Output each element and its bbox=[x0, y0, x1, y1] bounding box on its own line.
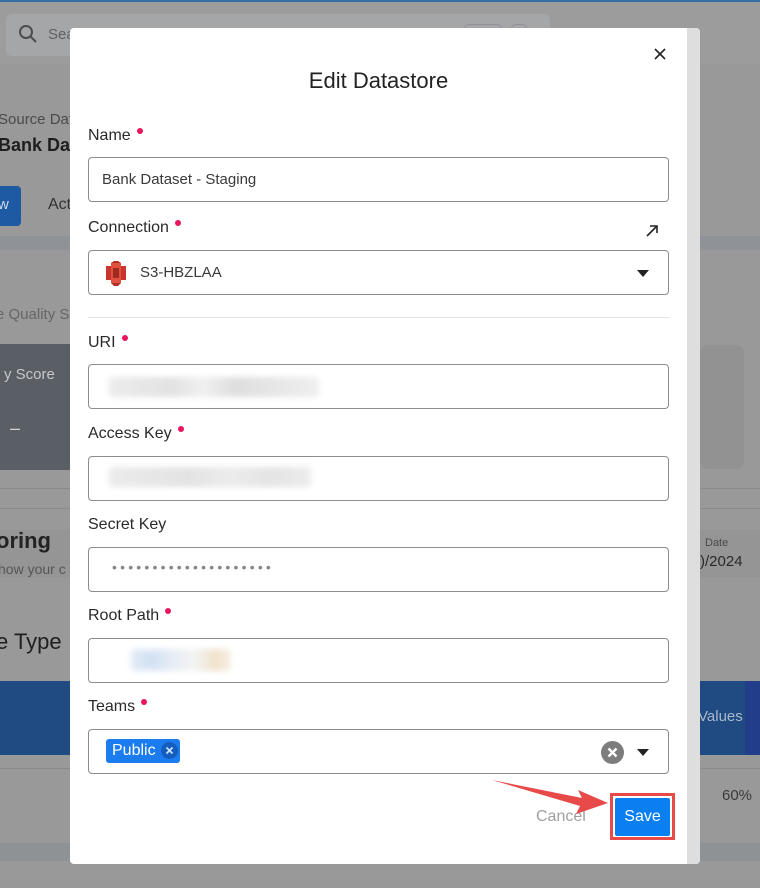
quality-score-section-label: e Quality S bbox=[0, 306, 70, 323]
required-indicator bbox=[136, 128, 143, 134]
name-label: Name bbox=[88, 127, 143, 145]
remove-icon bbox=[165, 746, 173, 755]
redacted-access-key-value bbox=[109, 467, 311, 487]
connection-label: Connection bbox=[88, 219, 181, 237]
required-indicator bbox=[165, 608, 172, 614]
date-label: Date bbox=[705, 537, 729, 549]
required-indicator bbox=[174, 220, 181, 226]
secret-key-label: Secret Key bbox=[88, 516, 167, 533]
values-column-header: Values bbox=[698, 708, 743, 725]
name-input-value: Bank Dataset - Staging bbox=[102, 171, 257, 188]
quality-score-card bbox=[0, 344, 80, 470]
root-path-label-text: Root Path bbox=[88, 607, 160, 624]
uri-input[interactable] bbox=[88, 364, 669, 409]
date-value: )/2024 bbox=[700, 553, 743, 570]
close-button[interactable] bbox=[650, 44, 670, 64]
secret-key-input[interactable]: •••••••••••••••••••• bbox=[88, 547, 669, 592]
access-key-label: Access Key bbox=[88, 425, 184, 443]
tab-activity[interactable]: Act bbox=[48, 196, 71, 214]
table-header-accent bbox=[745, 681, 760, 755]
connection-select[interactable]: S3-HBZLAA bbox=[88, 250, 669, 295]
percentage-value: 60% bbox=[722, 787, 753, 804]
connection-label-text: Connection bbox=[88, 219, 169, 236]
connection-value: S3-HBZLAA bbox=[140, 264, 222, 281]
team-chip-label: Public bbox=[112, 742, 156, 759]
required-indicator bbox=[141, 699, 148, 705]
remove-chip-button[interactable] bbox=[160, 742, 178, 759]
tab-overview-label: w bbox=[0, 196, 9, 213]
name-input[interactable]: Bank Dataset - Staging bbox=[88, 157, 669, 202]
quality-score-value: – bbox=[10, 418, 21, 438]
team-chip: Public bbox=[106, 739, 180, 763]
dropdown-caret-icon[interactable] bbox=[637, 749, 649, 756]
quality-score-label: y Score bbox=[4, 366, 55, 383]
tab-overview[interactable]: w bbox=[0, 186, 21, 226]
teams-label: Teams bbox=[88, 698, 148, 716]
close-icon bbox=[654, 48, 666, 60]
teams-multiselect[interactable]: Public bbox=[88, 729, 669, 774]
dialog-scrollbar[interactable] bbox=[687, 28, 700, 864]
root-path-input[interactable] bbox=[88, 638, 669, 683]
uri-label-text: URI bbox=[88, 334, 116, 351]
dropdown-caret-icon[interactable] bbox=[637, 270, 649, 277]
search-icon bbox=[19, 25, 37, 43]
required-indicator bbox=[121, 335, 128, 341]
save-button[interactable]: Save bbox=[615, 798, 670, 836]
uri-label: URI bbox=[88, 334, 128, 352]
clear-selection-button[interactable] bbox=[601, 741, 624, 764]
edit-datastore-dialog: Edit Datastore Name Bank Dataset - Stagi… bbox=[70, 28, 700, 864]
amazon-s3-icon bbox=[106, 261, 126, 286]
cancel-button[interactable]: Cancel bbox=[536, 808, 586, 826]
redacted-uri-value bbox=[109, 377, 319, 397]
root-path-label: Root Path bbox=[88, 607, 172, 625]
monitoring-subtitle: how your c bbox=[0, 561, 66, 577]
type-heading: e Type bbox=[0, 629, 62, 654]
teams-label-text: Teams bbox=[88, 698, 136, 715]
section-divider bbox=[88, 317, 669, 318]
access-key-label-text: Access Key bbox=[88, 425, 172, 442]
summary-card bbox=[700, 345, 744, 469]
access-key-input[interactable] bbox=[88, 456, 669, 501]
name-label-text: Name bbox=[88, 127, 131, 144]
redacted-root-path-value bbox=[131, 649, 231, 671]
dialog-title: Edit Datastore bbox=[308, 68, 449, 93]
monitoring-heading: oring bbox=[0, 528, 51, 553]
required-indicator bbox=[177, 426, 184, 432]
secret-key-masked-value: •••••••••••••••••••• bbox=[112, 559, 275, 575]
clear-icon bbox=[607, 747, 618, 758]
external-link-icon[interactable] bbox=[644, 223, 660, 239]
